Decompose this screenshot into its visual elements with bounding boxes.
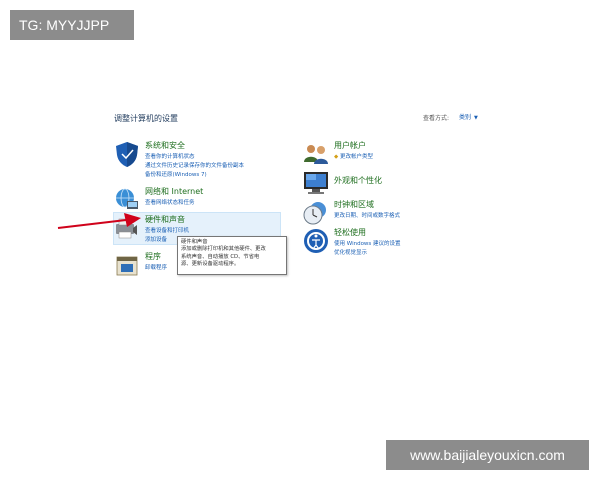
view-by-label: 查看方式: (423, 115, 450, 122)
category-title-clock-region[interactable]: 时钟和区域 (334, 199, 374, 210)
category-clock-region: 时钟和区域 更改日期、时间或数字格式 (302, 199, 452, 225)
view-by-dropdown[interactable]: 类别 ▼ (459, 112, 478, 121)
link-optimize-visual[interactable]: 优化视觉显示 (334, 248, 367, 256)
ease-of-access-icon (304, 229, 328, 253)
category-title-hardware-sound[interactable]: 硬件和声音 (145, 214, 185, 225)
link-file-history-backup[interactable]: 通过文件历史记录保存你的文件备份副本 (145, 161, 244, 169)
link-devices-printers[interactable]: 查看设备和打印机 (145, 226, 189, 234)
tooltip-line: 源、更新设备驱动程序。 (181, 261, 240, 268)
printer-speaker-icon (116, 218, 137, 239)
category-network-internet: 网络和 Internet 查看网络状态和任务 (113, 186, 283, 210)
tooltip-line: 添加或删除打印机和其他硬件、更改 (181, 246, 266, 253)
category-appearance: 外观和个性化 (302, 169, 452, 195)
watermark-badge: www.baijialeyouxicn.com (386, 440, 589, 470)
page-title: 调整计算机的设置 (114, 114, 178, 123)
category-title-network-internet[interactable]: 网络和 Internet (145, 186, 203, 197)
programs-icon (116, 256, 138, 276)
network-globe-icon (116, 188, 138, 209)
uac-shield-icon: ◆ (334, 154, 339, 160)
appearance-icon (304, 172, 328, 194)
clock-icon (303, 202, 326, 225)
shield-icon (116, 142, 138, 167)
link-change-account-type[interactable]: ◆ 更改帐户类型 (334, 152, 373, 160)
link-uninstall-program[interactable]: 卸载程序 (145, 263, 167, 271)
category-user-accounts: 用户帐户 ◆ 更改帐户类型 (302, 140, 452, 166)
category-title-user-accounts[interactable]: 用户帐户 (334, 140, 366, 151)
category-title-system-security[interactable]: 系统和安全 (145, 140, 185, 151)
link-network-status[interactable]: 查看网络状态和任务 (145, 198, 195, 206)
top-label-badge: TG: MYYJJPP (10, 10, 134, 40)
category-title-ease-of-access[interactable]: 轻松使用 (334, 227, 366, 238)
users-icon (304, 145, 328, 164)
red-arrow-annotation (57, 213, 141, 229)
link-backup-restore[interactable]: 备份和还原(Windows 7) (145, 170, 207, 178)
category-system-security: 系统和安全 查看你的计算机状态 通过文件历史记录保存你的文件备份副本 备份和还原… (113, 140, 283, 180)
link-windows-recommended[interactable]: 使用 Windows 建议的设置 (334, 239, 401, 247)
chevron-down-icon: ▼ (474, 115, 478, 121)
view-by-value: 类别 (459, 114, 472, 121)
category-title-programs[interactable]: 程序 (145, 251, 161, 262)
link-view-computer-status[interactable]: 查看你的计算机状态 (145, 152, 195, 160)
category-title-appearance[interactable]: 外观和个性化 (334, 175, 382, 186)
hardware-sound-tooltip: 硬件和声音 添加或删除打印机和其他硬件、更改 系统声音、自动播放 CD、节省电 … (177, 236, 287, 275)
link-change-account-type-label: 更改帐户类型 (339, 154, 373, 160)
category-ease-of-access: 轻松使用 使用 Windows 建议的设置 优化视觉显示 (302, 227, 452, 257)
link-change-date-time[interactable]: 更改日期、时间或数字格式 (334, 211, 400, 219)
link-add-device[interactable]: 添加设备 (145, 235, 167, 243)
